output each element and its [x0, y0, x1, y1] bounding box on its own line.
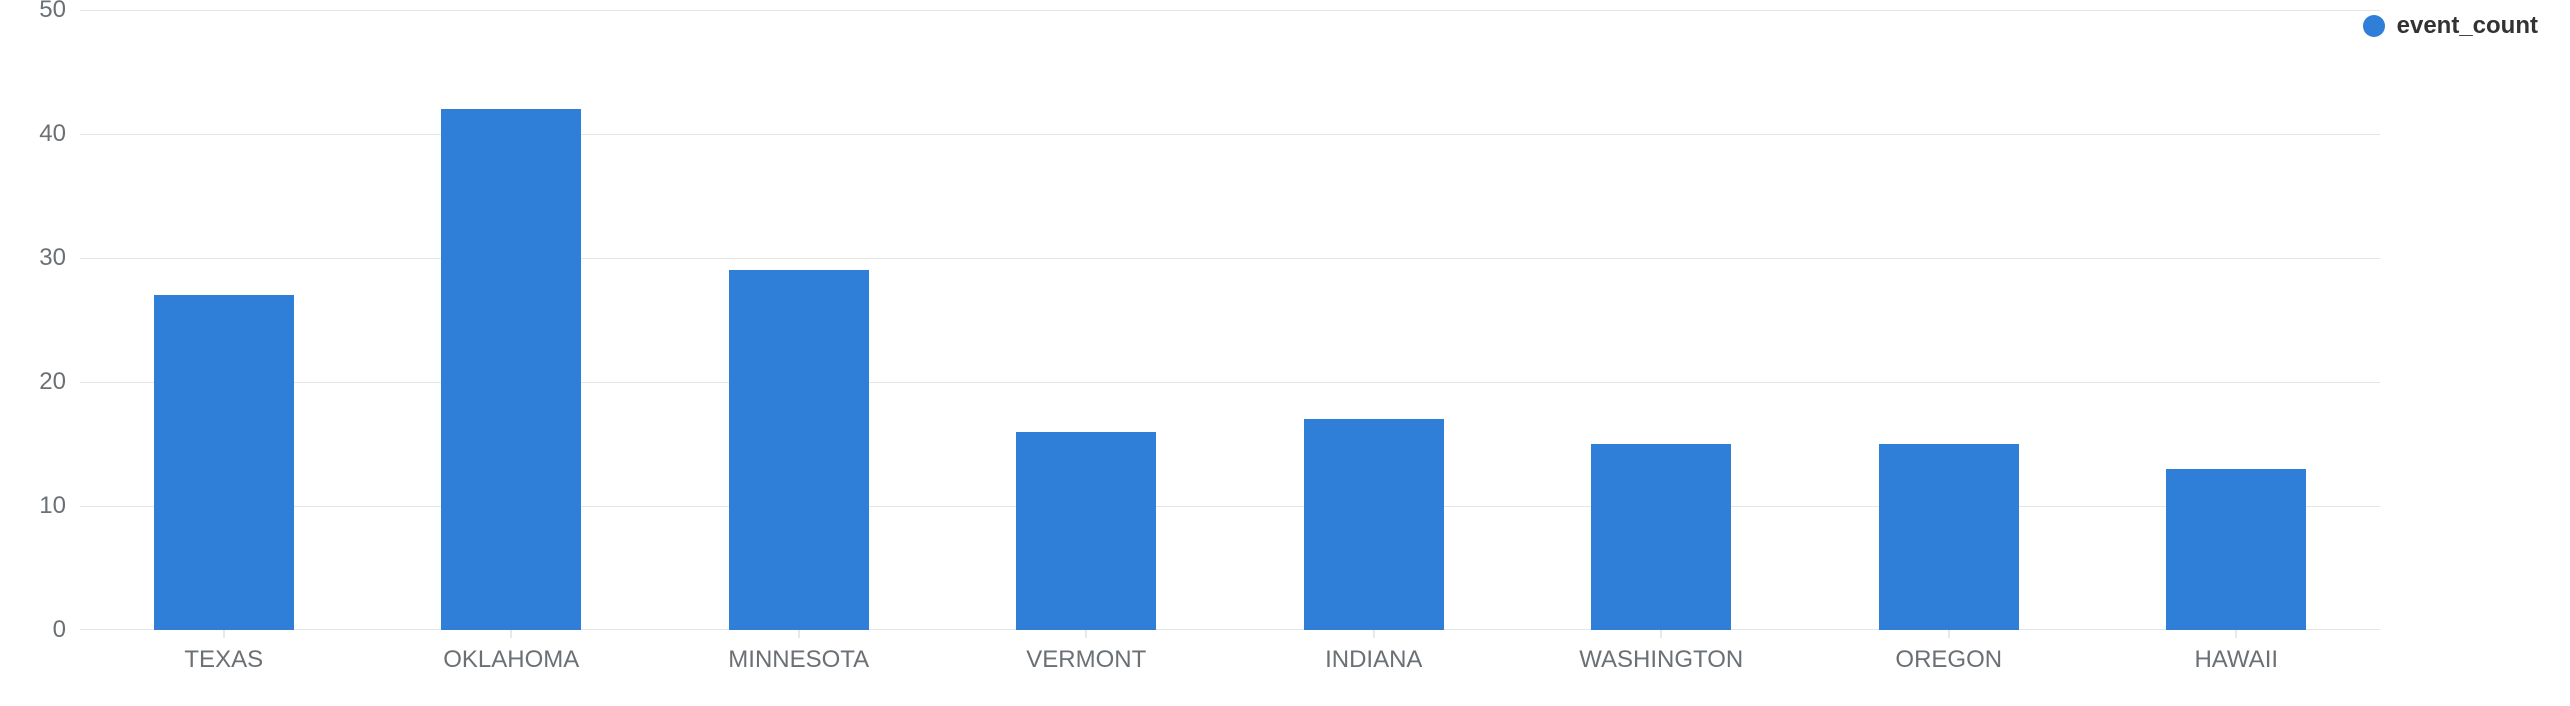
x-tick-mark [2236, 630, 2237, 638]
legend-series-label: event_count [2397, 12, 2538, 40]
bar [2166, 469, 2306, 630]
bars-group: TEXASOKLAHOMAMINNESOTAVERMONTINDIANAWASH… [80, 10, 2380, 630]
bar-slot: WASHINGTON [1518, 10, 1806, 630]
x-tick-mark [1661, 630, 1662, 638]
x-tick-label: TEXAS [184, 646, 263, 674]
x-tick-mark [1948, 630, 1949, 638]
bar-slot: OREGON [1805, 10, 2093, 630]
bar [729, 270, 869, 630]
bar-slot: TEXAS [80, 10, 368, 630]
legend: event_count [2363, 12, 2538, 40]
x-tick-label: OKLAHOMA [443, 646, 579, 674]
bar-slot: MINNESOTA [655, 10, 943, 630]
y-tick-label: 10 [39, 492, 66, 520]
bar-chart: event_count 01020304050 TEXASOKLAHOMAMIN… [0, 0, 2570, 706]
y-tick-label: 40 [39, 120, 66, 148]
x-tick-label: HAWAII [2194, 646, 2278, 674]
y-tick-label: 30 [39, 244, 66, 272]
bar [1304, 419, 1444, 630]
bar [1591, 444, 1731, 630]
x-tick-label: MINNESOTA [728, 646, 869, 674]
y-tick-label: 50 [39, 0, 66, 24]
x-tick-label: VERMONT [1026, 646, 1146, 674]
bar-slot: VERMONT [943, 10, 1231, 630]
bar-slot: OKLAHOMA [368, 10, 656, 630]
bar [441, 109, 581, 630]
x-tick-label: WASHINGTON [1579, 646, 1743, 674]
bar-slot: HAWAII [2093, 10, 2381, 630]
x-tick-label: INDIANA [1325, 646, 1422, 674]
x-tick-mark [1086, 630, 1087, 638]
x-tick-mark [223, 630, 224, 638]
y-tick-label: 0 [53, 616, 66, 644]
x-tick-mark [1373, 630, 1374, 638]
bar [154, 295, 294, 630]
x-tick-label: OREGON [1895, 646, 2002, 674]
y-tick-label: 20 [39, 368, 66, 396]
bar-slot: INDIANA [1230, 10, 1518, 630]
bar [1016, 432, 1156, 630]
bar [1879, 444, 2019, 630]
x-tick-mark [798, 630, 799, 638]
x-tick-mark [511, 630, 512, 638]
plot-area: 01020304050 TEXASOKLAHOMAMINNESOTAVERMON… [80, 10, 2380, 630]
